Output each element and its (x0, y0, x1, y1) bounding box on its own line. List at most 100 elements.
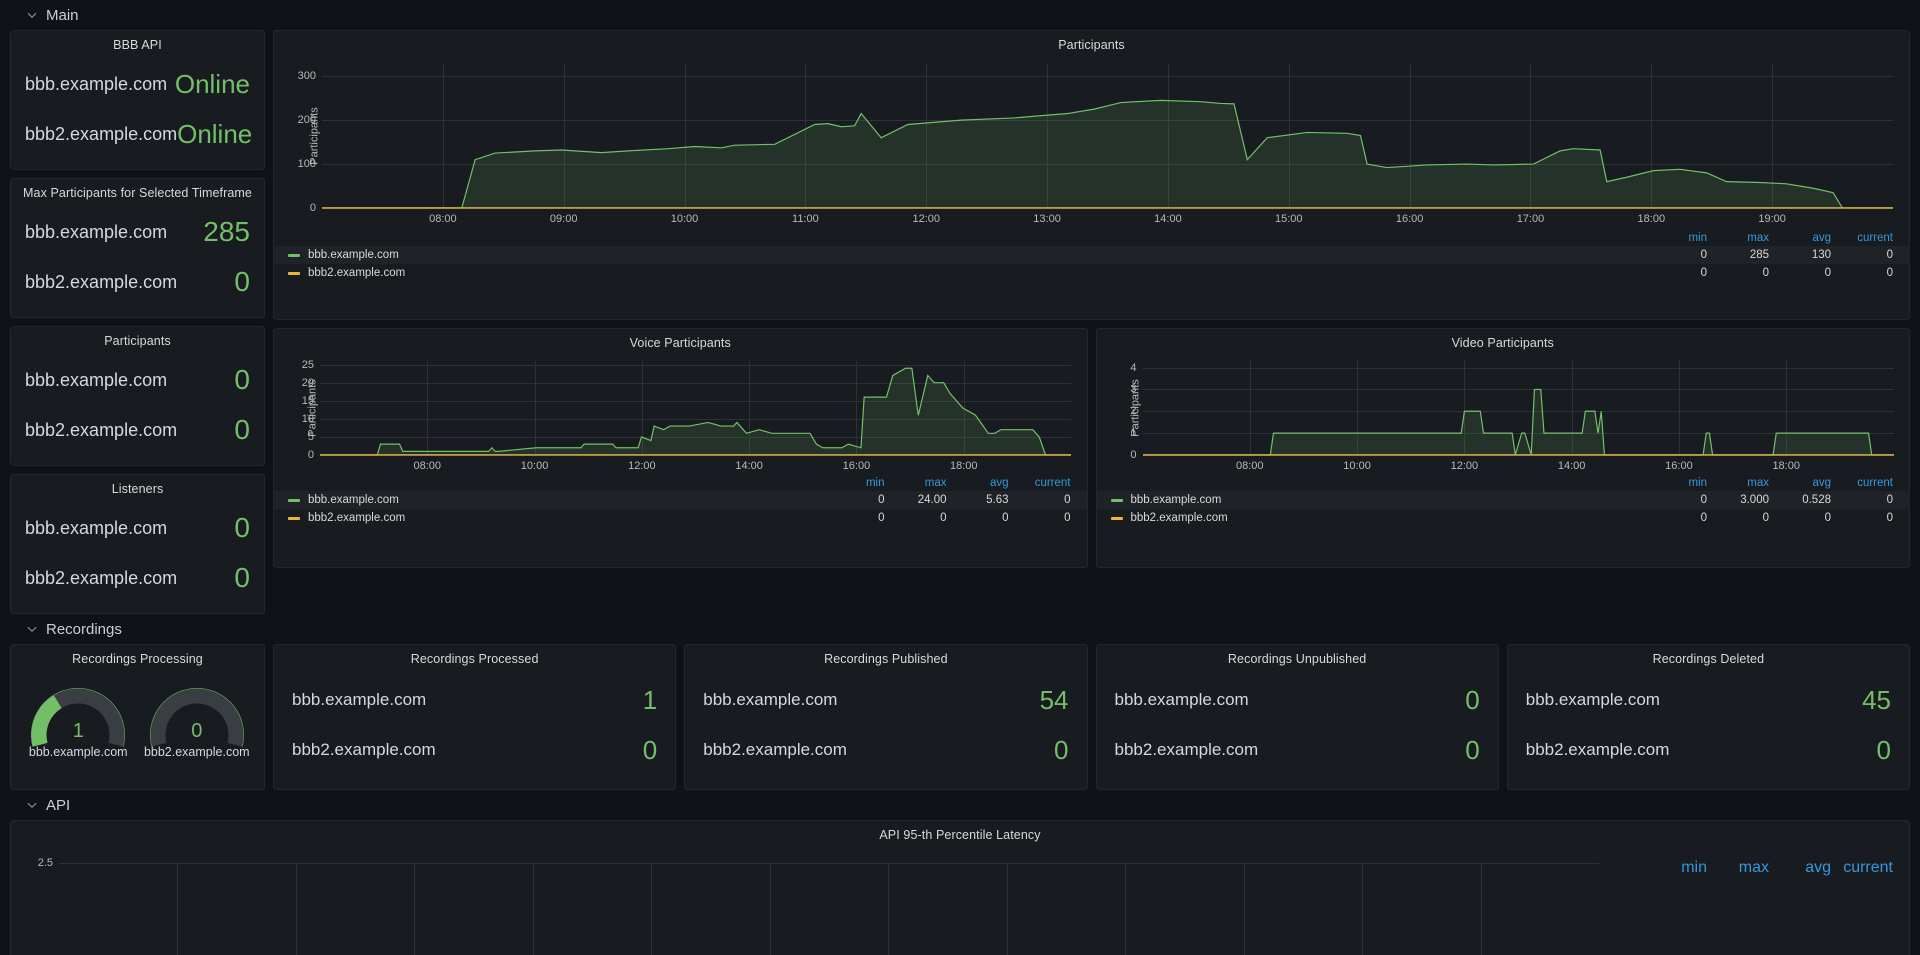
legend-color-swatch-icon (1110, 516, 1123, 520)
stat-list: bbb.example.com 0 bbb2.example.com 0 (11, 499, 264, 613)
panel-video-participants: Video Participants 0 1 2 3 4 08:00 10:00 12:00 1… (1095, 328, 1910, 568)
legend-header: min max avg current (1097, 475, 1910, 491)
legend-values: 0 3.000 0.528 0 (1645, 494, 1893, 506)
panel-voice-participants: Voice Participants 0 5 10 15 20 25 08:00 10:00 1… (273, 328, 1088, 568)
x-axis-tick: 14:00 (1154, 213, 1182, 225)
legend-row[interactable]: bbb.example.com 0 285 130 0 (274, 246, 1909, 264)
chart-api-latency[interactable]: 2.5 (11, 845, 1609, 955)
legend-row[interactable]: bbb.example.com 0 3.000 0.528 0 (1096, 491, 1909, 509)
chevron-down-icon (26, 799, 38, 811)
chart-participants[interactable]: 0 100 200 300 08:00 09:00 10:00 11:00 12:00 13:00… (274, 55, 1909, 230)
x-axis-tick: 14:00 (1557, 460, 1586, 472)
gauge-dial-icon: 1 (25, 677, 131, 747)
x-axis-tick: 11:00 (792, 213, 819, 225)
stat-row: bbb.example.com 0 (25, 355, 250, 405)
legend-row[interactable]: bbb.example.com 0 24.00 5.63 0 (274, 491, 1087, 509)
gridline (1125, 863, 1127, 955)
legend-value-max: 285 (1749, 249, 1769, 261)
chart-legend: min max avg current bbb.example.com 0 3.000 0.5… (1096, 475, 1910, 533)
legend-header: min max avg current (1609, 857, 1909, 879)
panel-title: BBB API (113, 38, 162, 52)
legend-values: 0 0 0 0 (1645, 512, 1893, 524)
stat-host: bbb.example.com (1114, 690, 1249, 709)
stat-value: 0 (1876, 734, 1891, 765)
gridline (59, 863, 1599, 864)
chart-video-participants[interactable]: 0 1 2 3 4 08:00 10:00 12:00 14:00 16:00 18:00 Parti… (1097, 353, 1910, 475)
gridline (414, 863, 416, 955)
legend-header: min max avg current (274, 230, 1909, 246)
recordings-row: Recordings Processing 1 bbb.example.com 0 b… (10, 644, 1910, 790)
legend-label: bbb.example.com (308, 249, 399, 261)
legend-row[interactable]: bbb2.example.com 0 0 0 0 (274, 264, 1909, 282)
x-axis-tick: 12:00 (912, 213, 940, 225)
section-header-recordings[interactable]: Recordings (10, 614, 1910, 644)
legend-value-current: 0 (1886, 249, 1893, 261)
stat-list: bbb.example.com 0 bbb2.example.com 0 (1097, 669, 1498, 789)
section-header-api[interactable]: API (10, 790, 1910, 820)
stat-row: bbb2.example.com 0 (25, 257, 250, 307)
x-axis-tick: 19:00 (1758, 213, 1786, 225)
gauge-dial-icon: 0 (144, 677, 250, 747)
panel-title: Recordings Processed (410, 652, 539, 666)
graph-pair-row: Voice Participants 0 5 10 15 20 25 08:00 10:00 1… (273, 328, 1910, 568)
panel-title: Voice Participants (629, 336, 731, 350)
y-axis-tick: 25 (301, 358, 314, 371)
gauge: 0 bbb2.example.com (144, 677, 250, 759)
stat-row: bbb2.example.com 0 (703, 725, 1068, 775)
gridline (1006, 863, 1008, 955)
legend-series-name[interactable]: bbb2.example.com (1110, 512, 1646, 524)
panel-recordings-published: Recordings Published bbb.example.com 54 … (684, 644, 1088, 790)
legend-col-current: current (1843, 859, 1893, 876)
legend-color-swatch-icon (288, 271, 300, 275)
section-header-main[interactable]: Main (10, 0, 1910, 30)
legend-row[interactable]: bbb2.example.com 0 0 0 0 (1097, 509, 1910, 527)
x-axis-tick: 18:00 (1637, 213, 1666, 225)
stat-host: bbb2.example.com (25, 567, 178, 588)
legend-series-name[interactable]: bbb.example.com (288, 494, 823, 506)
legend-value-avg: 130 (1811, 249, 1831, 261)
gridline (1480, 863, 1482, 955)
stat-value: 0 (234, 414, 250, 445)
x-axis-tick: 16:00 (842, 460, 871, 472)
legend-series-name[interactable]: bbb.example.com (288, 249, 1645, 261)
legend-col-max: max (1738, 859, 1769, 876)
legend-color-swatch-icon (288, 253, 300, 257)
legend-value-min: 0 (1700, 267, 1707, 279)
stat-value: 0 (234, 512, 250, 543)
legend-value-avg: 0 (1002, 512, 1009, 524)
stat-host: bbb2.example.com (25, 419, 178, 440)
panel-recordings-processed: Recordings Processed bbb.example.com 1 b… (273, 644, 677, 790)
legend-value-max: 0 (1762, 512, 1769, 524)
chart-voice-participants[interactable]: 0 5 10 15 20 25 08:00 10:00 12:00 14:00 16:00 18:00… (274, 353, 1087, 475)
legend-value-current: 0 (1886, 494, 1893, 506)
legend-series-name[interactable]: bbb2.example.com (288, 267, 1645, 279)
legend-col-max: max (924, 477, 947, 489)
legend-col-min: min (1688, 477, 1707, 489)
stat-list: bbb.example.com 0 bbb2.example.com 0 (11, 351, 264, 465)
x-axis-tick: 10:00 (670, 213, 699, 225)
gridline (532, 863, 534, 955)
stat-row: bbb.example.com 0 (1115, 675, 1480, 725)
y-axis-tick: 2.5 (37, 857, 53, 869)
legend-series-name[interactable]: bbb.example.com (1110, 494, 1646, 506)
stat-list: bbb.example.com 285 bbb2.example.com 0 (11, 203, 264, 317)
stat-value: Online (177, 118, 253, 149)
stat-value: 0 (234, 266, 250, 297)
panel-recordings-unpublished: Recordings Unpublished bbb.example.com 0… (1095, 644, 1499, 790)
legend-col-min: min (1681, 859, 1707, 876)
legend-value-min: 0 (1700, 512, 1707, 524)
panel-bbb-api: BBB API bbb.example.com Online bbb2.exam… (10, 30, 265, 170)
gauge-group: 1 bbb.example.com 0 bbb2.example.com (11, 669, 264, 771)
legend-values: 0 0 0 0 (1645, 267, 1893, 279)
legend-col-current: current (1857, 232, 1893, 244)
stat-row: bbb.example.com 0 (25, 503, 250, 553)
x-axis-tick: 16:00 (1665, 460, 1693, 472)
stat-host: bbb.example.com (1525, 690, 1660, 709)
panel-title: Video Participants (1451, 336, 1554, 350)
stat-value: 0 (1465, 684, 1480, 715)
legend-col-max: max (1747, 232, 1769, 244)
legend-series-name[interactable]: bbb2.example.com (288, 512, 823, 524)
section-title-main: Main (46, 6, 79, 24)
legend-col-current: current (1857, 477, 1893, 489)
legend-row[interactable]: bbb2.example.com 0 0 0 0 (274, 509, 1087, 527)
